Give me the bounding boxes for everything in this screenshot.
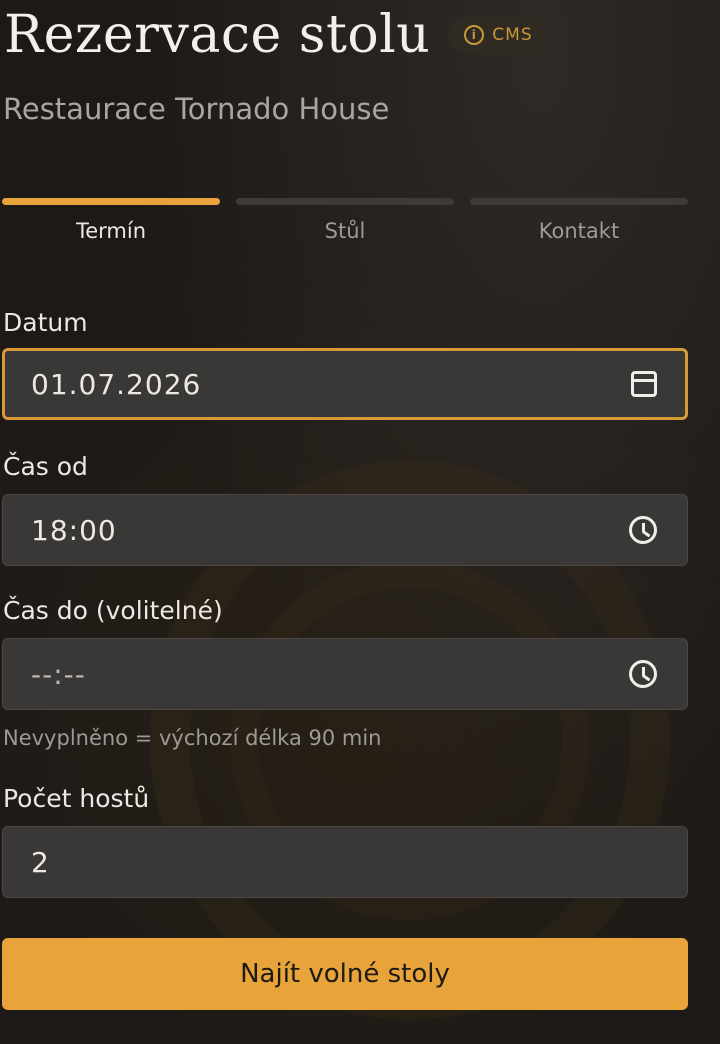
clock-icon[interactable] [629,516,657,544]
date-value: 01.07.2026 [31,367,202,401]
step-progress-bar [470,198,688,205]
step-stul: Stůl [236,198,454,243]
step-label: Kontakt [538,219,620,243]
page-subtitle: Restaurace Tornado House [3,92,390,126]
date-label: Datum [3,308,88,337]
guests-value: 2 [31,845,50,879]
time-to-placeholder: --:-- [31,657,86,691]
page-title: Rezervace stolu [4,5,431,65]
find-tables-button[interactable]: Najít volné stoly [2,938,688,1010]
time-to-label: Čas do (volitelné) [3,596,223,625]
info-icon: i [464,25,485,45]
clock-icon[interactable] [629,660,657,688]
cms-badge-label: CMS [492,25,533,45]
step-label: Termín [75,219,147,243]
page-header: Rezervace stolu i CMS [4,2,549,68]
cms-badge[interactable]: i CMS [448,16,549,54]
step-label: Stůl [324,219,366,243]
time-from-label: Čas od [3,452,88,481]
calendar-icon[interactable] [631,371,657,397]
time-from-input[interactable]: 18:00 [2,494,688,566]
time-from-value: 18:00 [31,513,117,547]
date-input[interactable]: 01.07.2026 [2,348,688,420]
guests-label: Počet hostů [3,784,150,813]
step-progress-bar [2,198,220,205]
step-progress-bar [236,198,454,205]
step-termin: Termín [2,198,220,243]
time-to-input[interactable]: --:-- [2,638,688,710]
guests-input[interactable]: 2 [2,826,688,898]
step-indicator: Termín Stůl Kontakt [2,198,688,243]
time-to-hint: Nevyplněno = výchozí délka 90 min [3,726,382,750]
step-kontakt: Kontakt [470,198,688,243]
